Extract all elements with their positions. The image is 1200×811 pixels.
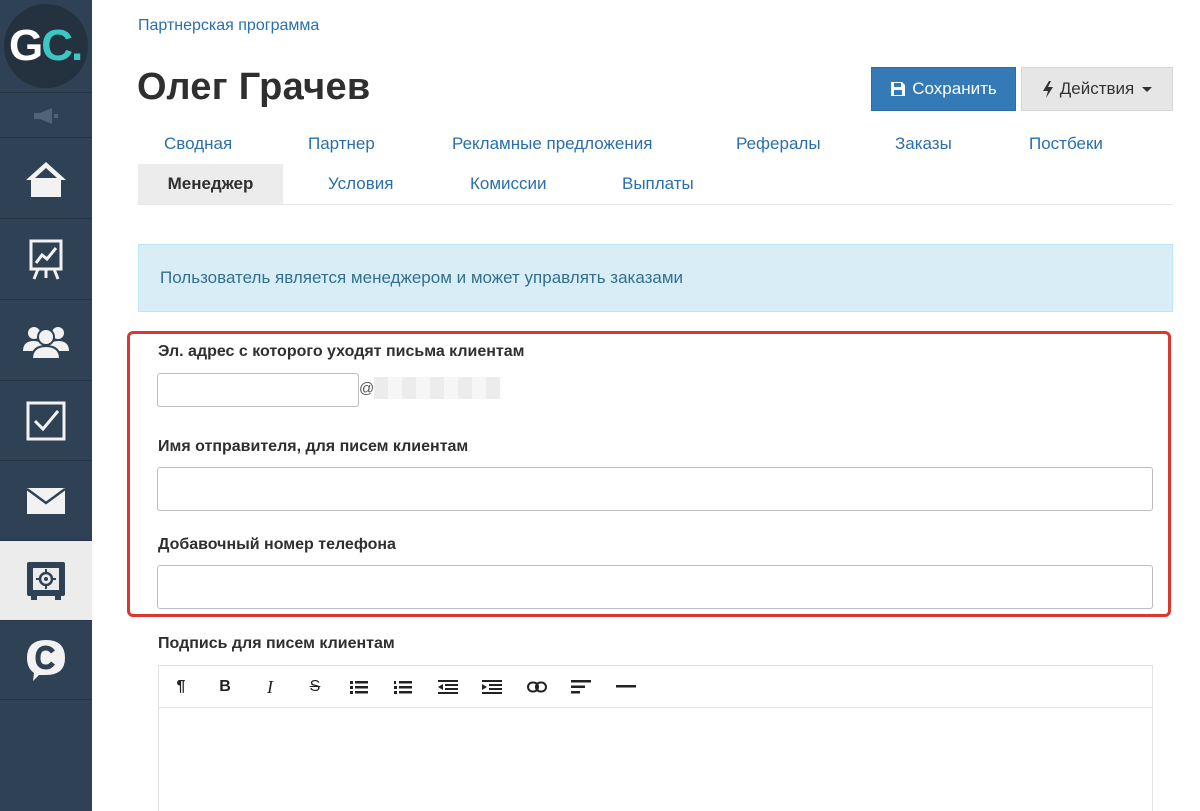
tab-summary[interactable]: Сводная (164, 134, 232, 154)
chart-board-icon (29, 239, 63, 280)
horizontal-rule-icon (616, 685, 636, 688)
users-group-icon (23, 326, 69, 360)
sidebar-item-messages[interactable] (0, 461, 92, 541)
tab-postbacks[interactable]: Постбеки (1029, 134, 1103, 154)
info-alert-text: Пользователь является менеджером и может… (160, 268, 684, 287)
bold-icon: B (219, 678, 231, 695)
horizontal-rule-button[interactable] (613, 674, 639, 700)
home-icon (26, 161, 66, 197)
info-alert: Пользователь является менеджером и может… (138, 244, 1173, 312)
sender-name-input[interactable] (157, 467, 1153, 511)
signature-label: Подпись для писем клиентам (158, 635, 395, 652)
sidebar-item-sales[interactable] (0, 541, 92, 621)
indent-icon (482, 680, 502, 694)
phone-extension-input[interactable] (157, 565, 1153, 609)
at-sign: @ (359, 380, 375, 397)
outdent-button[interactable] (435, 674, 461, 700)
bulleted-list-button[interactable] (346, 674, 372, 700)
logo[interactable]: GC. (0, 0, 92, 92)
tab-conditions[interactable]: Условия (328, 174, 393, 194)
mail-icon (26, 487, 66, 514)
sidebar-item-announcements[interactable] (0, 92, 92, 138)
editor-toolbar: ¶ B I S (159, 666, 1152, 708)
sidebar-item-users[interactable] (0, 301, 92, 381)
email-domain-redacted (374, 377, 500, 399)
email-prefix-input[interactable] (157, 373, 359, 407)
sidebar-item-statistics[interactable] (0, 220, 92, 300)
signature-editor[interactable]: ¶ B I S (158, 665, 1153, 811)
tab-commissions[interactable]: Комиссии (470, 174, 547, 194)
actions-button-label: Действия (1059, 79, 1135, 98)
chevron-down-icon (1142, 86, 1153, 92)
sidebar-item-tasks[interactable] (0, 381, 92, 461)
breadcrumb[interactable]: Партнерская программа (138, 17, 319, 35)
bulleted-list-icon (350, 681, 368, 694)
lightning-icon (1042, 80, 1053, 98)
save-button[interactable]: Сохранить (871, 67, 1016, 111)
sidebar-item-home[interactable] (0, 139, 92, 219)
tab-orders[interactable]: Заказы (895, 134, 952, 154)
strikethrough-icon: S (309, 678, 321, 695)
phone-extension-label: Добавочный номер телефона (158, 536, 396, 553)
align-button[interactable] (568, 674, 594, 700)
megaphone-icon (34, 108, 58, 124)
tab-offers[interactable]: Рекламные предложения (452, 134, 652, 154)
checkbox-icon (26, 401, 66, 440)
bold-button[interactable]: B (212, 674, 238, 700)
sender-name-label: Имя отправителя, для писем клиентам (158, 438, 469, 455)
numbered-list-button[interactable] (390, 674, 416, 700)
safe-settings-icon (27, 561, 65, 600)
outdent-icon (438, 680, 458, 694)
align-left-icon (571, 680, 591, 694)
strikethrough-button[interactable]: S (302, 674, 328, 700)
chat-c-icon (27, 639, 65, 681)
link-icon (527, 681, 547, 693)
sidebar: GC. (0, 0, 92, 811)
italic-icon: I (267, 676, 273, 697)
floppy-disk-icon (891, 82, 906, 96)
tab-referrals[interactable]: Рефералы (736, 134, 821, 154)
page-title: Олег Грачев (137, 66, 371, 108)
tab-partner[interactable]: Партнер (308, 134, 375, 154)
paragraph-icon: ¶ (176, 678, 186, 695)
paragraph-button[interactable]: ¶ (168, 674, 194, 700)
italic-button[interactable]: I (257, 674, 283, 700)
actions-dropdown-button[interactable]: Действия (1021, 67, 1173, 111)
tabs-divider (138, 204, 1173, 205)
indent-button[interactable] (479, 674, 505, 700)
save-button-label: Сохранить (912, 79, 997, 98)
tab-payouts[interactable]: Выплаты (622, 174, 694, 194)
link-button[interactable] (524, 674, 550, 700)
tab-manager[interactable]: Менеджер (138, 164, 283, 204)
logo-text: GC. (9, 21, 83, 70)
sidebar-item-chat[interactable] (0, 620, 92, 700)
email-label: Эл. адрес с которого уходят письма клиен… (158, 343, 525, 360)
numbered-list-icon (394, 681, 412, 694)
